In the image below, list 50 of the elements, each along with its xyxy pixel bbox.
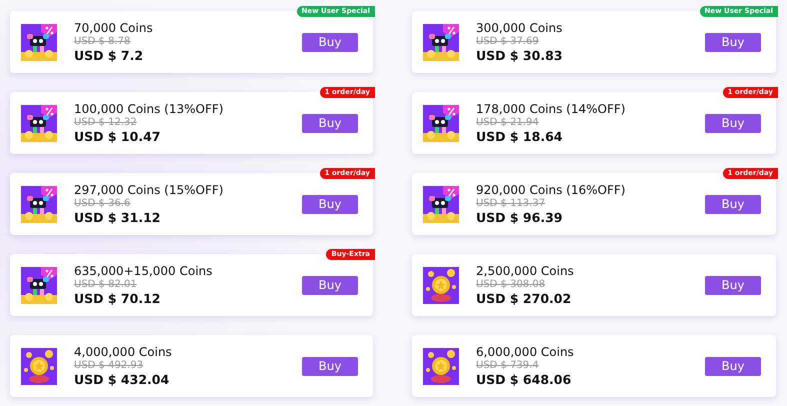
buy-button[interactable]: Buy (302, 194, 358, 214)
coin-package-title: 635,000+15,000 Coins (74, 264, 214, 278)
buy-button[interactable]: Buy (302, 32, 358, 52)
sale-price: USD $ 31.12 (74, 210, 162, 225)
sale-price: USD $ 648.06 (476, 372, 572, 387)
sale-price: USD $ 70.12 (74, 291, 162, 306)
original-price: USD $ 36.6 (74, 198, 132, 209)
buy-button[interactable]: Buy (302, 276, 358, 294)
sale-price: USD $ 270.02 (476, 291, 572, 306)
mascot-coins-icon (21, 266, 57, 304)
buy-button[interactable]: Buy (705, 276, 761, 294)
sale-price: USD $ 96.39 (476, 210, 564, 225)
coin-package-title: 300,000 Coins (476, 21, 564, 35)
mascot-coins-icon (21, 186, 57, 222)
coin-stack-icon (423, 348, 459, 384)
coin-stack-icon (423, 266, 459, 304)
coin-stack-icon (21, 348, 57, 384)
mascot-coins-icon (423, 24, 459, 60)
sale-price: USD $ 18.64 (476, 129, 564, 144)
sale-price: USD $ 7.2 (74, 48, 144, 63)
original-price: USD $ 113.37 (476, 198, 546, 209)
coin-package-title: 100,000 Coins (13%OFF) (74, 102, 224, 116)
original-price: USD $ 82.01 (74, 279, 138, 290)
coin-package-title: 6,000,000 Coins (476, 345, 575, 359)
coin-package-title: 2,500,000 Coins (476, 264, 575, 278)
buy-button[interactable]: Buy (705, 356, 761, 376)
coin-package-title: 297,000 Coins (15%OFF) (74, 183, 224, 197)
original-price: USD $ 37.69 (476, 36, 540, 47)
buy-button[interactable]: Buy (302, 356, 358, 376)
buy-button[interactable]: Buy (302, 114, 358, 132)
buy-button[interactable]: Buy (705, 194, 761, 214)
coin-package-title: 920,000 Coins (16%OFF) (476, 183, 626, 197)
sale-price: USD $ 30.83 (476, 48, 564, 63)
sale-price: USD $ 10.47 (74, 129, 162, 144)
original-price: USD $ 8.78 (74, 36, 132, 47)
coin-package-title: 178,000 Coins (14%OFF) (476, 102, 626, 116)
original-price: USD $ 12.32 (74, 117, 138, 128)
sale-price: USD $ 432.04 (74, 372, 170, 387)
buy-button[interactable]: Buy (705, 32, 761, 52)
original-price: USD $ 308.08 (476, 279, 546, 290)
mascot-coins-icon (21, 24, 57, 60)
mascot-coins-icon (423, 104, 459, 142)
mascot-coins-icon (423, 186, 459, 222)
original-price: USD $ 492.93 (74, 360, 144, 371)
mascot-coins-icon (21, 104, 57, 142)
coin-package-title: 4,000,000 Coins (74, 345, 173, 359)
original-price: USD $ 739.4 (476, 360, 540, 371)
buy-button[interactable]: Buy (705, 114, 761, 132)
coin-package-title: 70,000 Coins (74, 21, 154, 35)
original-price: USD $ 21.94 (476, 117, 540, 128)
